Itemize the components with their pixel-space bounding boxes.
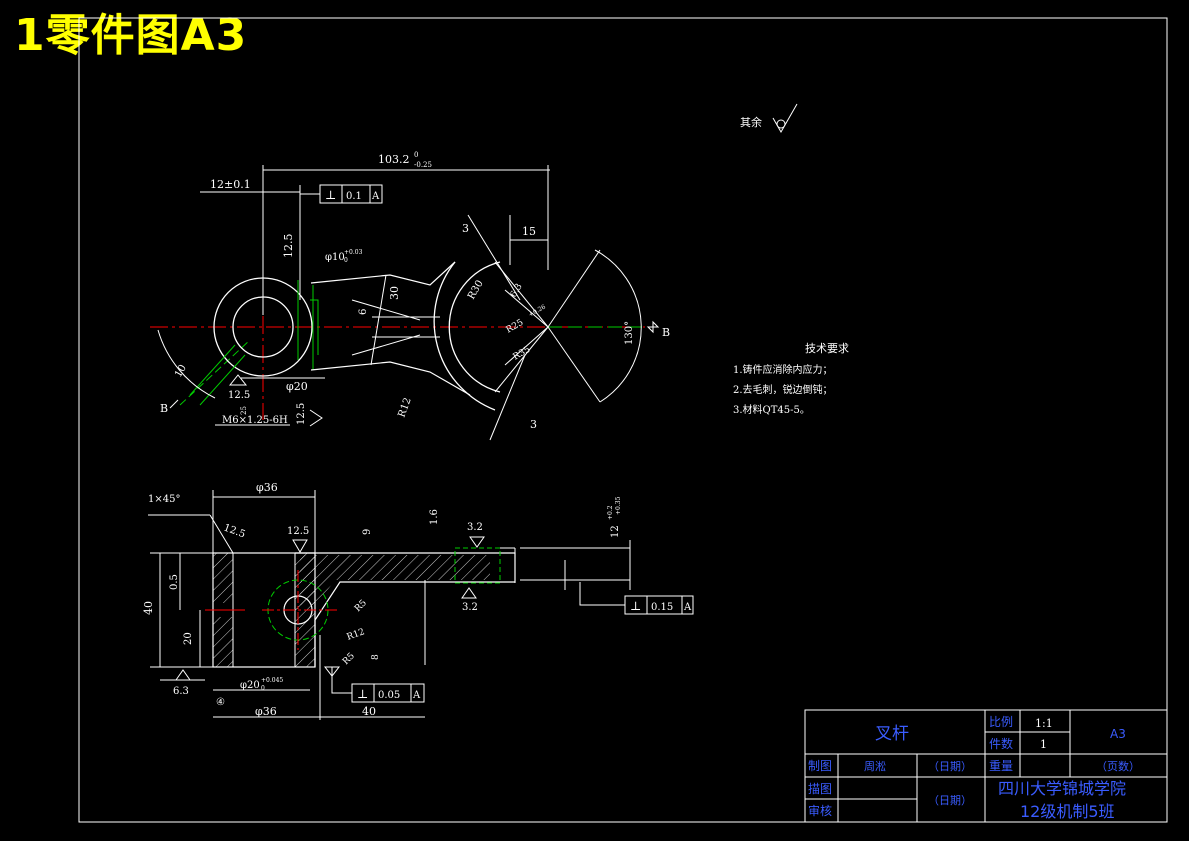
date-label-1: （日期） (928, 760, 972, 773)
svg-text:⊥: ⊥ (325, 188, 336, 202)
svg-text:0.1: 0.1 (346, 191, 362, 202)
section-B-right: B (662, 326, 670, 339)
svg-text:-0.25: -0.25 (414, 161, 432, 169)
dim-phi36-top: φ36 (256, 481, 278, 494)
dim-R5-b: R5 (341, 651, 357, 667)
dim-phi10: φ10 (325, 252, 345, 263)
svg-text:A: A (683, 602, 692, 613)
svg-text:⊥: ⊥ (357, 687, 368, 701)
tech-req-2: 2.去毛刺，锐边倒钝； (733, 383, 833, 396)
svg-text:+0.35: +0.35 (615, 496, 622, 515)
sheet-size: A3 (1110, 727, 1126, 741)
tolerance-frame-perp-0.1: ⊥ 0.1 A (300, 184, 383, 204)
svg-text:A: A (371, 191, 380, 202)
title-block: 叉杆 比例 1:1 件数 1 A3 制图 周淞 （日期） 重量 （页数） 描图 … (804, 709, 1168, 823)
dim-12.5-left: 12.5 (228, 390, 250, 401)
dim-1.6: 1.6 (429, 509, 440, 525)
tech-req-3: 3.材料QT45-5。 (733, 403, 810, 416)
roughness-note-label: 其余 (740, 115, 762, 129)
section-view: 1×45° φ36 12.5 12.5 9 1.6 3.2 3.2 12 +0.… (142, 481, 694, 720)
scale-value: 1:1 (1035, 717, 1053, 730)
datum-mark: ④ (216, 697, 225, 708)
dim-12: 12±0.1 (210, 178, 251, 191)
scale-label: 比例 (989, 715, 1013, 729)
drawn-label: 制图 (808, 759, 832, 773)
svg-text:0.05: 0.05 (378, 690, 400, 701)
dim-phi20-bottom: φ20 (240, 680, 260, 691)
date-label-2: （日期） (928, 794, 972, 807)
svg-text:+0.03: +0.03 (344, 249, 363, 256)
roughness-6.3: 6.3 (173, 686, 189, 697)
page-label: （页数） (1096, 760, 1140, 773)
svg-text:+0.045: +0.045 (261, 677, 283, 684)
dim-phi20-top: φ20 (286, 380, 308, 393)
section-B-left: B (160, 402, 168, 415)
dim-angle-130: 130° (624, 321, 635, 345)
dim-0.5: 0.5 (169, 574, 180, 590)
svg-text:+0.2: +0.2 (607, 505, 614, 520)
dim-R35: R35 (512, 345, 533, 363)
school-name: 四川大学锦城学院 (998, 779, 1126, 798)
svg-text:0: 0 (344, 257, 348, 264)
dim-12.5-top: 12.5 (282, 234, 295, 259)
dim-3-bottom: 3 (530, 418, 537, 431)
dim-30: 30 (388, 286, 401, 300)
thread-callout: M6×1.25-6H (222, 415, 288, 426)
drawn-name: 周淞 (864, 760, 886, 773)
dim-40-bottom: 40 (362, 705, 376, 718)
dim-25: 25 (240, 406, 248, 415)
dim-12.5-bottom: 12.5 (296, 403, 307, 425)
part-drawing: 其余 103.2 0 -0.25 12±0.1 ⊥ 0.1 A 15 3 3 1… (78, 17, 1168, 823)
dim-103: 103.2 (378, 153, 410, 166)
top-view: 103.2 0 -0.25 12±0.1 ⊥ 0.1 A 15 3 3 12.5… (150, 151, 670, 441)
dim-R12: R12 (396, 396, 413, 419)
dim-12-right: 12 (610, 525, 621, 538)
tech-requirements: 技术要求 1.铸件应消除内应力； 2.去毛刺，锐边倒钝； 3.材料QT45-5。 (733, 342, 849, 416)
dim-3-top: 3 (462, 222, 469, 235)
dim-6: 6 (358, 309, 369, 315)
tolerance-frame-perp-0.05: ⊥ 0.05 A (323, 666, 425, 703)
dim-8: 8 (371, 654, 381, 660)
dim-40-left: 40 (142, 601, 155, 615)
tech-req-1: 1.铸件应消除内应力； (733, 363, 833, 376)
dim-6.3: 6.3 (509, 282, 525, 300)
qty-value: 1 (1040, 738, 1047, 751)
svg-text:A: A (412, 690, 421, 701)
svg-text:0: 0 (261, 685, 265, 692)
dim-phi36-bottom: φ36 (255, 705, 277, 718)
svg-text:⊥: ⊥ (630, 599, 641, 613)
dim-R5-a: R5 (353, 598, 369, 614)
dim-R12-section: R12 (346, 627, 367, 643)
svg-text:0.15: 0.15 (651, 602, 673, 613)
review-label: 审核 (808, 803, 832, 818)
roughness-3.2-bottom: 3.2 (462, 602, 478, 613)
weight-label: 重量 (989, 759, 1013, 773)
dim-20: 20 (183, 632, 194, 645)
tech-req-title: 技术要求 (805, 342, 849, 355)
dim-15: 15 (522, 225, 536, 238)
dim-R30: R30 (466, 278, 486, 301)
class-name: 12级机制5班 (1020, 802, 1115, 821)
roughness-3.2-top: 3.2 (467, 522, 483, 533)
svg-text:0: 0 (414, 151, 418, 159)
roughness-note: 其余 (740, 103, 798, 134)
part-name: 叉杆 (875, 724, 909, 744)
draft-label: 描图 (808, 782, 832, 796)
dim-9: 9 (362, 529, 373, 535)
dim-R25: R25 (505, 318, 526, 336)
tolerance-frame-perp-0.15: ⊥ 0.15 A (564, 560, 694, 615)
qty-label: 件数 (989, 736, 1013, 751)
chamfer-callout: 1×45° (148, 494, 180, 505)
roughness-12.5-b: 12.5 (287, 526, 309, 537)
roughness-12.5-a: 12.5 (222, 522, 247, 540)
